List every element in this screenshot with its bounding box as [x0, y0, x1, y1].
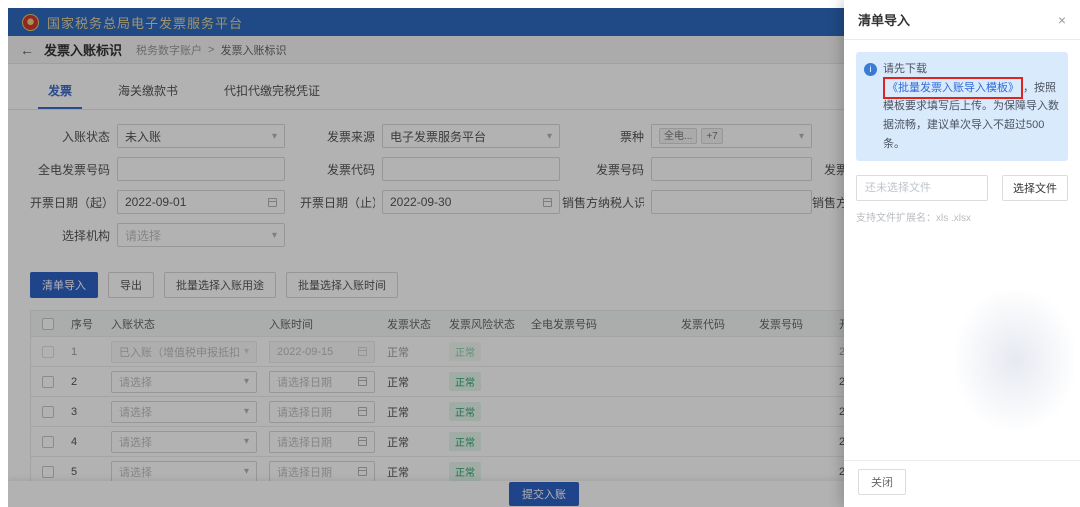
- red-annotation-box: 《批量发票入账导入模板》: [883, 76, 1023, 100]
- choose-file-button[interactable]: 选择文件: [1002, 175, 1068, 202]
- file-select-row: 选择文件: [856, 175, 1068, 202]
- file-extension-hint: 支持文件扩展名：xls .xlsx: [856, 213, 971, 225]
- drawer-header: 清单导入 ×: [844, 0, 1080, 40]
- drawer-title: 清单导入: [858, 13, 911, 28]
- drawer-footer: 关闭: [844, 460, 1080, 507]
- close-icon[interactable]: ×: [1058, 13, 1066, 27]
- watermark: [956, 290, 1074, 430]
- info-icon: i: [864, 63, 877, 76]
- screen: 国家税务总局电子发票服务平台 ← 发票入账标识 税务数字账户 > 发票入账标识 …: [0, 0, 1080, 507]
- import-info-alert: i 请先下载《批量发票入账导入模板》 ，按照模板要求填写后上传。为保障导入数据流畅…: [856, 52, 1068, 162]
- alert-prefix: 请先下载: [883, 63, 927, 75]
- file-name-input[interactable]: [856, 175, 988, 202]
- drawer-body: i 请先下载《批量发票入账导入模板》 ，按照模板要求填写后上传。为保障导入数据流畅…: [844, 40, 1080, 460]
- close-drawer-button[interactable]: 关闭: [858, 469, 906, 495]
- import-drawer: 清单导入 × i 请先下载《批量发票入账导入模板》 ，按照模板要求填写后上传。为保…: [844, 0, 1080, 507]
- alert-text: 请先下载《批量发票入账导入模板》 ，按照模板要求填写后上传。为保障导入数据流畅，建…: [883, 60, 1059, 153]
- template-download-link[interactable]: 《批量发票入账导入模板》: [887, 82, 1019, 94]
